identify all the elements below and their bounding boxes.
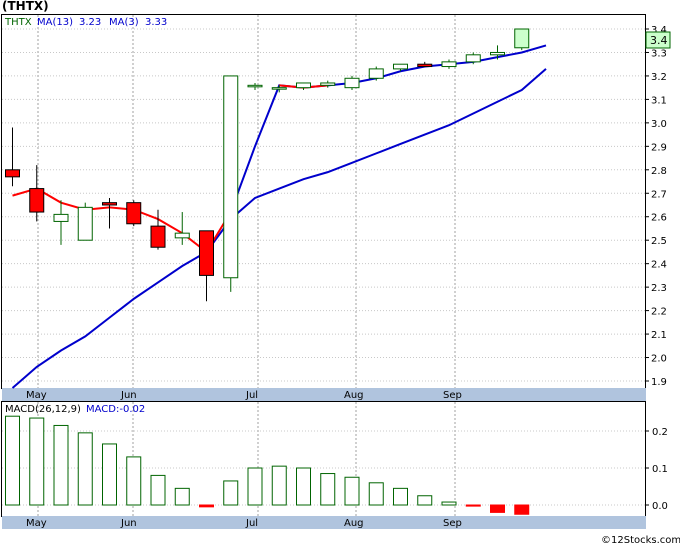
candle-body [150, 225, 166, 248]
macd-bar [393, 487, 408, 506]
macd-legend-label: MACD(26,12,9) [5, 404, 81, 415]
candle-body [320, 82, 336, 86]
price-tick-label: 3.2 [651, 72, 667, 83]
macd-bar [344, 476, 360, 506]
macd-bar [417, 495, 433, 506]
price-tick-label: 2.3 [651, 283, 667, 294]
price-month-label: Jun [120, 390, 137, 401]
last-price-label: 3.4 [650, 34, 668, 47]
price-tick-label: 2.7 [651, 189, 667, 200]
candle [126, 200, 142, 227]
candle [344, 75, 360, 91]
price-legend-ma-fast-label: MA(13) [37, 17, 73, 28]
price-legend-ma-slow-value: 3.33 [145, 17, 167, 28]
candle-body [271, 87, 287, 90]
candle-body [465, 54, 481, 63]
price-tick-label: 2.6 [651, 213, 667, 224]
price-legend-ma-slow-label: MA(3) [109, 17, 139, 28]
price-tick-label: 2.4 [651, 260, 667, 271]
macd-bar [247, 467, 263, 506]
macd-bar [296, 467, 311, 506]
price-tick-label: 2.1 [651, 330, 667, 341]
price-month-band [2, 388, 646, 401]
candle-body [77, 206, 93, 241]
price-month-label: Aug [344, 390, 364, 401]
macd-month-band [2, 516, 646, 529]
candle [77, 202, 93, 241]
candle-body [174, 232, 190, 239]
candle-body [5, 169, 20, 178]
price-tick-label: 2.5 [651, 236, 667, 247]
price-legend-ma-fast-value: 3.23 [79, 17, 101, 28]
macd-bar [199, 504, 214, 508]
watermark: ©12Stocks.com [601, 535, 680, 546]
candle-body [344, 77, 360, 89]
price-tick-label: 2.2 [651, 307, 667, 318]
candle-body [417, 63, 433, 68]
macd-bar [441, 501, 457, 506]
candle-body [223, 75, 239, 279]
macd-bar [53, 424, 69, 506]
price-tick-label: 2.8 [651, 166, 667, 177]
macd-month-label: Jul [245, 518, 258, 529]
macd-bar [29, 417, 45, 506]
price-month-label: Jul [245, 390, 258, 401]
macd-month-label: May [26, 518, 47, 529]
candle-body [199, 230, 214, 276]
macd-month-label: Jun [120, 518, 137, 529]
macd-bar [150, 474, 166, 506]
candle-body [102, 202, 117, 206]
macd-bar [126, 456, 142, 506]
candle-body [514, 28, 530, 49]
macd-bar [368, 482, 384, 506]
price-legend-ticker: THTX [4, 17, 32, 28]
macd-month-label: Sep [443, 518, 462, 529]
macd-tick-label: 0.2 [652, 427, 668, 438]
candle-body [53, 213, 69, 222]
candle-body [247, 84, 263, 88]
price-tick-label: 2.0 [651, 354, 667, 365]
candle [514, 28, 530, 51]
macd-tick-label: 0.0 [652, 501, 668, 512]
price-tick-label: 3.3 [651, 48, 667, 59]
candle-body [368, 68, 384, 79]
price-tick-label: 2.9 [651, 142, 667, 153]
candle-body [296, 82, 311, 89]
macd-month-label: Aug [344, 518, 364, 529]
macd-tick-label: 0.1 [652, 464, 668, 475]
macd-bar [465, 504, 481, 507]
stock-chart: May May Jun Jun Jul Jul Aug Aug Sep Sep 1.9 2.0 2.1 2… [1, 14, 680, 546]
macd-bar [490, 504, 505, 513]
price-tick-label: 3.0 [651, 119, 667, 130]
price-tick-label: 1.9 [651, 377, 667, 388]
candle-body [126, 202, 142, 225]
candle-body [393, 63, 408, 70]
price-month-label: Sep [443, 390, 462, 401]
macd-bar [223, 480, 239, 506]
macd-bar [514, 504, 530, 515]
macd-bar [5, 415, 20, 506]
price-tick-label: 3.1 [651, 95, 667, 106]
candle [223, 75, 239, 292]
macd-bar [102, 443, 117, 506]
candle-body [29, 188, 45, 213]
macd-bar [174, 487, 190, 506]
candle-body [490, 51, 505, 56]
candle [368, 66, 384, 81]
candle-body [441, 61, 457, 68]
price-month-label: May [26, 390, 47, 401]
macd-bar [320, 473, 336, 506]
price-panel-frame [1, 14, 646, 389]
macd-legend-value: MACD:-0.02 [86, 404, 145, 415]
macd-bar [271, 465, 287, 506]
macd-bar [77, 432, 93, 506]
